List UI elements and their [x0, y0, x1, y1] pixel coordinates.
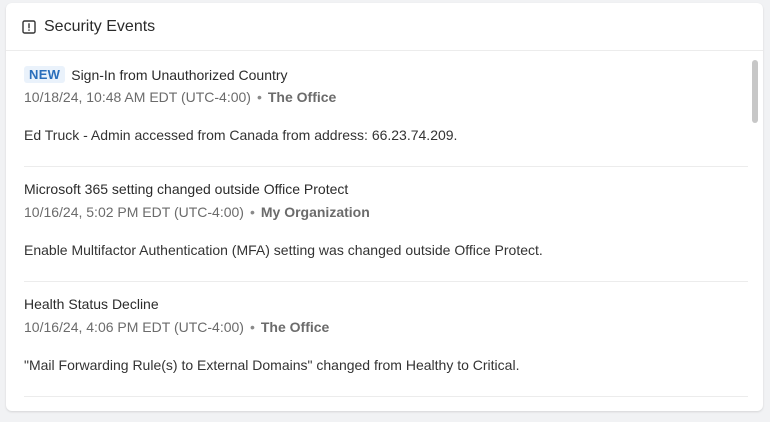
event-title[interactable]: Sign-In from Unauthorized Country: [71, 67, 287, 83]
event-description: Enable Multifactor Authentication (MFA) …: [24, 242, 543, 258]
meta-separator: •: [249, 204, 255, 220]
alert-square-icon: [22, 19, 36, 34]
event-meta: 10/16/24, 5:02 PM EDT (UTC-4:00) • My Orga…: [24, 204, 370, 220]
event-organization: The Office: [260, 319, 330, 335]
meta-separator: •: [256, 89, 262, 105]
event-title-row: Health Status Decline: [24, 296, 159, 312]
event-item[interactable]: NEW Sign-In from Unauthorized Country 10…: [24, 52, 748, 167]
scrollbar-thumb[interactable]: [752, 60, 758, 123]
card-title: Security Events: [44, 17, 156, 35]
event-meta: 10/18/24, 10:48 AM EDT (UTC-4:00) • The Of…: [24, 89, 336, 105]
event-title[interactable]: Health Status Decline: [24, 296, 159, 312]
event-timestamp: 10/16/24, 4:06 PM EDT (UTC-4:00): [24, 319, 244, 335]
event-description: "Mail Forwarding Rule(s) to External Dom…: [24, 357, 520, 373]
event-meta: 10/16/24, 4:06 PM EDT (UTC-4:00) • The Off…: [24, 319, 329, 335]
event-organization: The Office: [267, 89, 337, 105]
card-header: Security Events: [6, 3, 763, 51]
event-timestamp: 10/18/24, 10:48 AM EDT (UTC-4:00): [24, 89, 251, 105]
event-item[interactable]: Health Status Decline 10/16/24, 4:06 PM …: [24, 282, 748, 397]
event-title-row: NEW Sign-In from Unauthorized Country: [24, 66, 288, 83]
event-timestamp: 10/16/24, 5:02 PM EDT (UTC-4:00): [24, 204, 244, 220]
event-title[interactable]: Microsoft 365 setting changed outside Of…: [24, 181, 348, 197]
meta-separator: •: [249, 319, 255, 335]
event-description: Ed Truck - Admin accessed from Canada fr…: [24, 127, 458, 143]
new-badge: NEW: [24, 66, 66, 83]
event-title-row: Microsoft 365 setting changed outside Of…: [24, 181, 348, 197]
security-events-card: Security Events NEW Sign-In from Unautho…: [6, 3, 763, 411]
event-item[interactable]: Microsoft 365 setting changed outside Of…: [24, 167, 748, 282]
event-organization: My Organization: [260, 204, 370, 220]
events-list: NEW Sign-In from Unauthorized Country 10…: [6, 52, 763, 411]
